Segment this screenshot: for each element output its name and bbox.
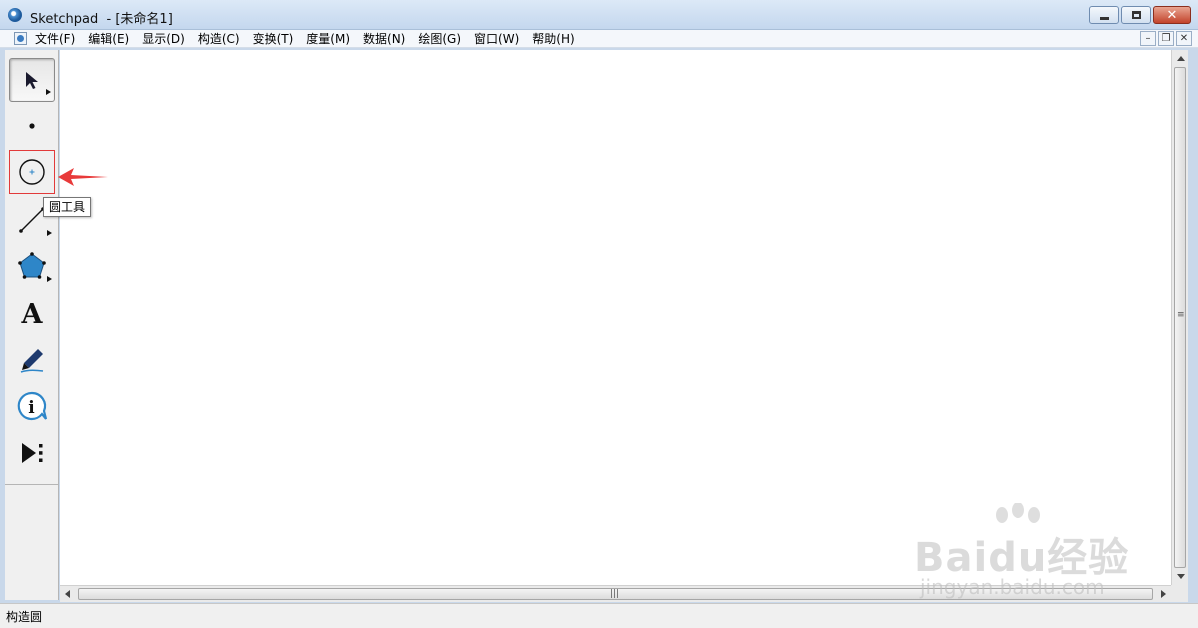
minimize-icon: – xyxy=(1145,33,1151,44)
grip-icon: ||| xyxy=(610,589,620,599)
arrow-cursor-icon xyxy=(26,72,38,89)
document-close-button[interactable]: ✕ xyxy=(1176,31,1192,46)
maximize-button[interactable] xyxy=(1121,6,1151,24)
circle-icon xyxy=(19,159,45,185)
point-tool[interactable] xyxy=(9,104,55,148)
close-button[interactable]: ✕ xyxy=(1153,6,1191,24)
sketch-canvas[interactable] xyxy=(60,50,1171,585)
menu-file[interactable]: 文件(F) xyxy=(35,31,75,47)
information-icon: i xyxy=(17,391,48,421)
minimize-icon xyxy=(1099,16,1109,20)
grip-icon: ≡ xyxy=(1177,310,1185,320)
restore-icon: ❐ xyxy=(1161,33,1171,44)
scroll-down-icon[interactable] xyxy=(1177,574,1185,579)
polygon-tool[interactable] xyxy=(9,244,55,288)
horizontal-scroll-thumb[interactable]: ||| xyxy=(78,588,1153,600)
marker-tool[interactable] xyxy=(9,338,55,382)
menu-window[interactable]: 窗口(W) xyxy=(474,31,519,47)
custom-tool[interactable] xyxy=(9,431,55,475)
menu-data[interactable]: 数据(N) xyxy=(363,31,405,47)
horizontal-scrollbar[interactable]: ||| xyxy=(60,585,1171,602)
submenu-triangle-icon xyxy=(47,276,52,282)
text-a-icon: A xyxy=(21,299,44,328)
play-more-icon xyxy=(22,443,43,463)
title-bar[interactable]: Sketchpad - [未命名1] ✕ xyxy=(0,0,1198,30)
submenu-triangle-icon xyxy=(47,230,52,236)
menu-measure[interactable]: 度量(M) xyxy=(306,31,350,47)
pentagon-icon xyxy=(18,252,46,279)
minimize-button[interactable] xyxy=(1089,6,1119,24)
document-restore-button[interactable]: ❐ xyxy=(1158,31,1174,46)
menu-transform[interactable]: 变换(T) xyxy=(253,31,294,47)
information-tool[interactable]: i xyxy=(9,384,55,428)
document-minimize-button[interactable]: – xyxy=(1140,31,1156,46)
compass-tool[interactable] xyxy=(9,150,55,194)
document-icon[interactable] xyxy=(14,32,27,45)
text-tool[interactable]: A xyxy=(9,291,55,335)
menu-graph[interactable]: 绘图(G) xyxy=(418,31,461,47)
menu: 文件(F) 编辑(E) 显示(D) 构造(C) 变换(T) 度量(M) 数据(N… xyxy=(35,31,575,47)
menu-help[interactable]: 帮助(H) xyxy=(532,31,574,47)
toolbox: A i xyxy=(5,50,59,600)
maximize-icon xyxy=(1131,11,1141,19)
tool-tooltip: 圆工具 xyxy=(43,197,92,217)
selection-arrow-tool[interactable] xyxy=(9,58,55,102)
close-icon: ✕ xyxy=(1179,33,1189,44)
annotation-arrow-icon xyxy=(58,168,108,186)
status-text: 构造圆 xyxy=(6,610,43,624)
svg-text:A: A xyxy=(21,299,44,328)
marker-pen-icon xyxy=(20,349,44,373)
window-title: Sketchpad - [未命名1] xyxy=(30,12,173,27)
toolbox-divider xyxy=(5,484,59,485)
scroll-up-icon[interactable] xyxy=(1177,56,1185,61)
window-controls: ✕ xyxy=(1089,6,1191,24)
point-icon xyxy=(29,123,35,129)
vertical-scrollbar[interactable]: ≡ xyxy=(1171,50,1188,585)
scroll-left-icon[interactable] xyxy=(65,590,70,598)
menu-display[interactable]: 显示(D) xyxy=(142,31,185,47)
status-bar: 构造圆 xyxy=(0,603,1198,628)
close-icon: ✕ xyxy=(1166,7,1178,23)
menu-edit[interactable]: 编辑(E) xyxy=(88,31,129,47)
document-window-controls: – ❐ ✕ xyxy=(1140,31,1192,46)
menu-construct[interactable]: 构造(C) xyxy=(198,31,240,47)
submenu-triangle-icon xyxy=(46,89,51,95)
svg-text:i: i xyxy=(28,398,35,418)
scrollbar-corner xyxy=(1171,585,1188,602)
sketchpad-app-icon[interactable] xyxy=(8,8,22,22)
menu-bar: 文件(F) 编辑(E) 显示(D) 构造(C) 变换(T) 度量(M) 数据(N… xyxy=(0,30,1198,48)
vertical-scroll-thumb[interactable]: ≡ xyxy=(1174,67,1186,568)
scroll-right-icon[interactable] xyxy=(1161,590,1166,598)
